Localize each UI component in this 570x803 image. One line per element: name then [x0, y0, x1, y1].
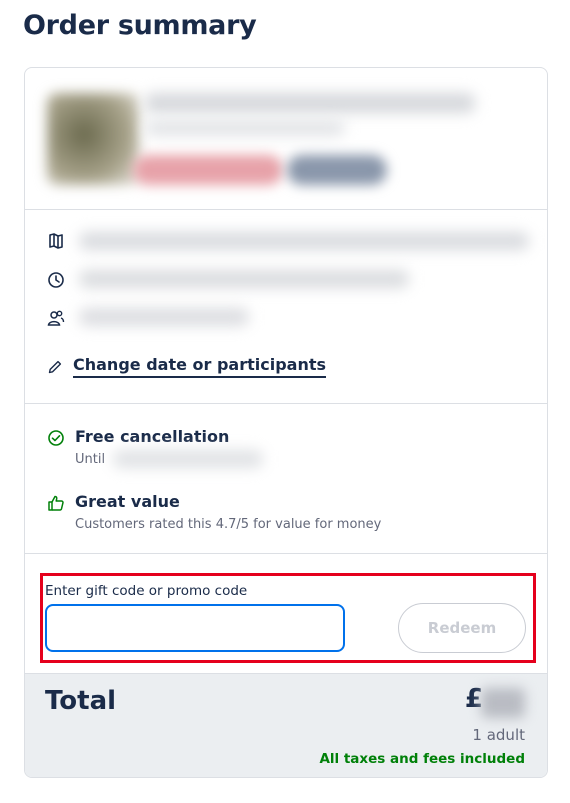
product-subtitle-redacted	[145, 120, 345, 136]
map-icon	[49, 233, 63, 249]
total-label: Total	[45, 686, 117, 716]
product-thumbnail	[47, 93, 139, 185]
promo-section: Enter gift code or promo code Redeem	[25, 554, 547, 673]
clock-icon	[48, 272, 64, 288]
check-circle-icon	[48, 430, 64, 446]
free-cancellation-title: Free cancellation	[75, 427, 230, 446]
promo-code-input[interactable]	[45, 604, 345, 652]
pencil-icon	[48, 360, 62, 373]
cancellation-date-redacted	[113, 450, 263, 468]
redeem-button[interactable]: Redeem	[398, 603, 526, 653]
total-price-redacted	[481, 688, 525, 718]
change-date-row[interactable]: Change date or participants	[47, 355, 327, 378]
promo-code-label: Enter gift code or promo code	[45, 583, 248, 599]
great-value-subtitle: Customers rated this 4.7/5 for value for…	[75, 517, 382, 532]
product-badge-redacted	[133, 155, 283, 185]
page-title: Order summary	[23, 10, 257, 41]
thumbs-up-icon	[48, 495, 64, 511]
product-badge-redacted-2	[287, 155, 387, 185]
total-section: Total £ 1 adult All taxes and fees inclu…	[25, 673, 547, 777]
participants-redacted	[79, 308, 249, 326]
taxes-note: All taxes and fees included	[319, 751, 525, 767]
free-cancellation-subtitle: Until	[75, 452, 106, 467]
product-section	[25, 68, 547, 210]
great-value-title: Great value	[75, 492, 180, 511]
order-summary-card: Change date or participants Free cancell…	[24, 67, 548, 778]
change-date-link[interactable]: Change date or participants	[73, 355, 327, 378]
participant-count: 1 adult	[472, 726, 525, 744]
product-title-redacted	[145, 93, 475, 113]
location-redacted	[79, 232, 529, 250]
benefits-section: Free cancellation Until Great value Cust…	[25, 404, 547, 554]
booking-details-section: Change date or participants	[25, 210, 547, 404]
participants-icon	[47, 310, 65, 326]
date-time-redacted	[79, 270, 409, 288]
